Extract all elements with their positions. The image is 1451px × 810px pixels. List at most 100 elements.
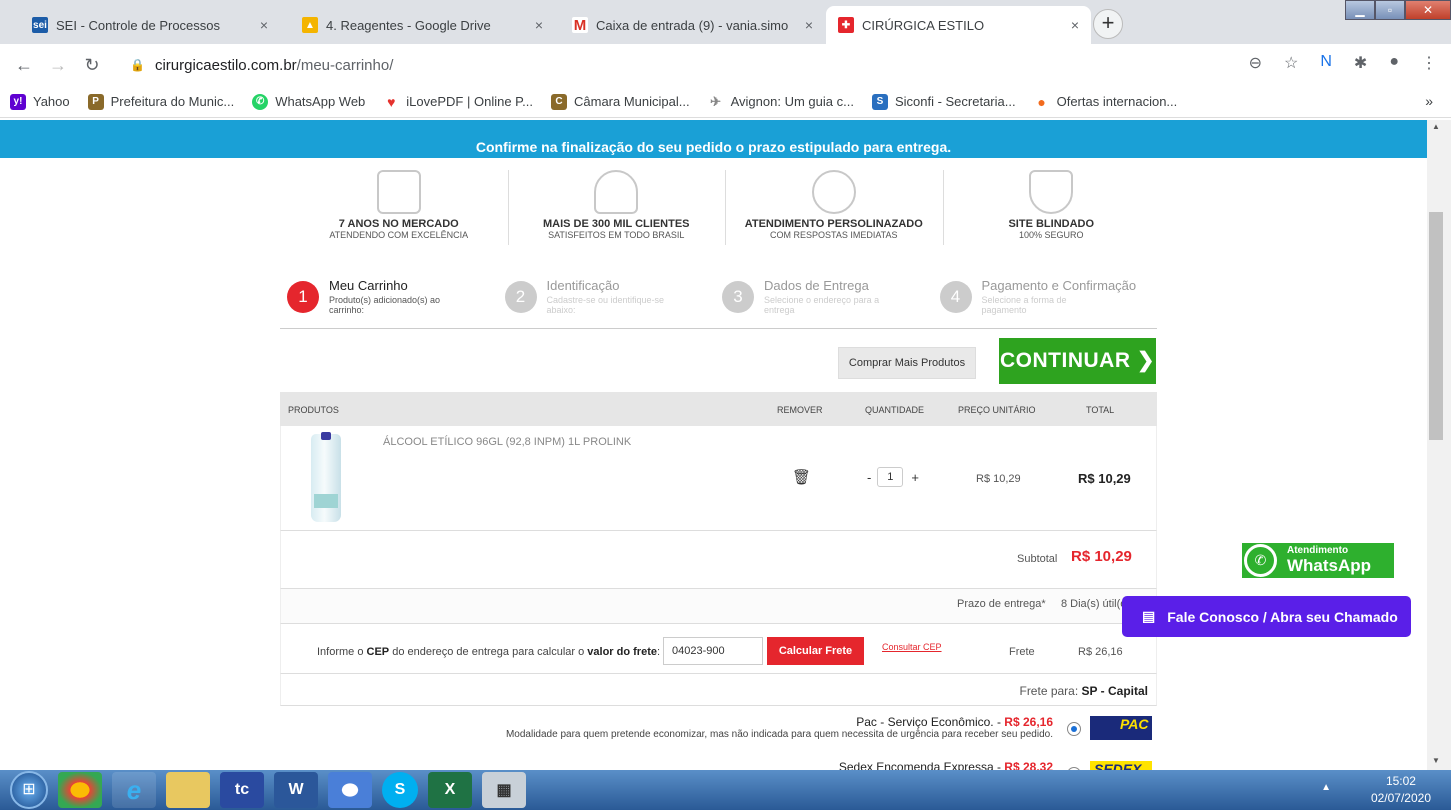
- start-button[interactable]: ⊞: [10, 771, 48, 809]
- bookmark-avignon[interactable]: ✈ Avignon: Um guia c...: [707, 93, 854, 110]
- quantity-minus-button[interactable]: -: [867, 470, 871, 485]
- chrome-taskbar-icon[interactable]: [58, 772, 102, 808]
- whatsapp-button[interactable]: ✆ Atendimento WhatsApp: [1242, 543, 1394, 578]
- bookmark-yahoo[interactable]: y! Yahoo: [10, 93, 70, 110]
- chrome2-taskbar-icon[interactable]: [328, 772, 372, 808]
- trash-icon[interactable]: 🗑: [792, 468, 811, 486]
- toolbar-actions: ⊖ ☆ N ✱ ● ⋮: [1249, 53, 1437, 73]
- skype-taskbar-icon[interactable]: S: [382, 772, 418, 808]
- tab-title: CIRÚRGICA ESTILO: [862, 17, 985, 33]
- consult-cep-link[interactable]: Consultar CEP: [882, 642, 942, 652]
- calculator-taskbar-icon[interactable]: ▦: [482, 772, 526, 808]
- feature-item: 7 ANOS NO MERCADO ATENDENDO COM EXCELÊNC…: [290, 165, 508, 250]
- cep-instruction: Informe o CEP do endereço de entrega par…: [317, 646, 660, 658]
- step-desc: Selecione o endereço para a entrega: [764, 295, 880, 315]
- word-taskbar-icon[interactable]: W: [274, 772, 318, 808]
- buy-more-button[interactable]: Comprar Mais Produtos: [838, 347, 976, 379]
- bookmark-prefeitura[interactable]: P Prefeitura do Munic...: [87, 93, 235, 110]
- crest-icon: C: [551, 93, 567, 110]
- close-tab-icon[interactable]: ×: [260, 17, 268, 33]
- shield-icon: [1029, 170, 1074, 214]
- cep-input[interactable]: 04023-900: [663, 637, 763, 665]
- forward-icon[interactable]: →: [48, 55, 68, 76]
- whatsapp-icon: ✆: [252, 93, 269, 110]
- product-name[interactable]: ÁLCOOL ETÍLICO 96GL (92,8 INPM) 1L PROLI…: [383, 436, 631, 448]
- menu-dots-icon[interactable]: ⋮: [1421, 53, 1437, 73]
- feature-subtitle: SATISFEITOS EM TODO BRASIL: [548, 230, 685, 240]
- drive-favicon-icon: ▲: [302, 17, 318, 33]
- minimize-button[interactable]: ▁: [1345, 0, 1375, 20]
- step-label: Meu Carrinho: [329, 278, 408, 293]
- back-icon[interactable]: ←: [14, 55, 34, 76]
- tab-google-drive[interactable]: ▲ 4. Reagentes - Google Drive ×: [290, 6, 555, 44]
- crest-icon: P: [87, 93, 104, 110]
- feature-item: SITE BLINDADO 100% SEGURO: [942, 165, 1161, 250]
- shipping-option-sedex[interactable]: Sedex Encomenda Expressa - R$ 28,32 SEDE…: [280, 753, 1157, 770]
- star-icon[interactable]: ☆: [1284, 53, 1298, 73]
- tab-sei[interactable]: sei SEI - Controle de Processos ×: [20, 6, 280, 44]
- taskbar: ⊞ e tc W S X ▦ ▲ 15:02 02/07/2020: [0, 770, 1451, 810]
- tray-expand-icon[interactable]: ▲: [1321, 782, 1331, 793]
- scrollbar-thumb[interactable]: [1429, 212, 1443, 440]
- ie-taskbar-icon[interactable]: e: [112, 772, 156, 808]
- bookmark-label: Ofertas internacion...: [1056, 94, 1178, 109]
- shipping-calc-row: Informe o CEP do endereço de entrega par…: [280, 624, 1157, 674]
- contact-button[interactable]: ▤ Fale Conosco / Abra seu Chamado: [1122, 596, 1411, 637]
- bookmark-camara[interactable]: C Câmara Municipal...: [551, 93, 690, 110]
- radio-pac[interactable]: [1067, 722, 1081, 736]
- quantity-input[interactable]: 1: [877, 467, 904, 487]
- yahoo-icon: y!: [10, 93, 26, 110]
- scrollbar[interactable]: ▲ ▼: [1427, 120, 1451, 770]
- bookmark-whatsapp[interactable]: ✆ WhatsApp Web: [252, 93, 365, 110]
- reload-icon[interactable]: ↻: [82, 55, 102, 76]
- continue-button[interactable]: CONTINUAR ❯: [999, 338, 1156, 384]
- folder-taskbar-icon[interactable]: [166, 772, 210, 808]
- cep-text-bold: CEP: [366, 646, 390, 658]
- product-image[interactable]: [311, 432, 341, 522]
- url-bar[interactable]: 🔒 cirurgicaestilo.com.br/meu-carrinho/: [130, 50, 1210, 80]
- close-tab-icon[interactable]: ×: [1071, 17, 1079, 33]
- tab-cirurgica-estilo[interactable]: ✚ CIRÚRGICA ESTILO ×: [826, 6, 1091, 44]
- extensions-puzzle-icon[interactable]: ✱: [1354, 53, 1367, 73]
- whatsapp-icon: ✆: [1244, 544, 1277, 577]
- info-banner: Confirme na finalização do seu pedido o …: [0, 120, 1427, 158]
- close-tab-icon[interactable]: ×: [805, 17, 813, 33]
- new-tab-button[interactable]: +: [1093, 9, 1123, 39]
- col-remove: REMOVER: [777, 405, 823, 415]
- feature-title: ATENDIMENTO PERSOLINAZADO: [744, 218, 923, 230]
- cep-text: :: [656, 646, 661, 658]
- close-tab-icon[interactable]: ×: [535, 17, 543, 33]
- shipping-option-pac[interactable]: Pac - Serviço Econômico. - R$ 26,16 Moda…: [280, 708, 1157, 753]
- scroll-down-icon[interactable]: ▼: [1432, 756, 1440, 765]
- bookmark-label: Siconfi - Secretaria...: [894, 94, 1016, 109]
- sei-favicon-icon: sei: [32, 17, 48, 33]
- quantity-stepper: - 1 +: [867, 467, 919, 487]
- calculate-shipping-button[interactable]: Calcular Frete: [767, 637, 864, 665]
- cep-text: Informe o: [317, 646, 367, 658]
- system-clock[interactable]: 15:02 02/07/2020: [1371, 773, 1431, 807]
- option-title: Pac - Serviço Econômico.: [856, 715, 994, 729]
- shipping-label: Frete: [1009, 646, 1035, 658]
- destination-value: SP - Capital: [1081, 684, 1148, 698]
- quantity-plus-button[interactable]: +: [911, 470, 919, 485]
- zoom-icon[interactable]: ⊖: [1249, 53, 1262, 73]
- bookmark-siconfi[interactable]: S Siconfi - Secretaria...: [871, 93, 1016, 110]
- option-name: Pac - Serviço Econômico. - R$ 26,16: [856, 715, 1053, 729]
- maximize-button[interactable]: ▫: [1375, 0, 1405, 20]
- cep-text: do endereço de entrega para calcular o: [389, 646, 588, 658]
- profile-avatar-icon[interactable]: ●: [1389, 53, 1399, 73]
- bookmarks-more-icon[interactable]: »: [1425, 93, 1433, 109]
- tab-gmail[interactable]: M Caixa de entrada (9) - vania.simo ×: [560, 6, 825, 44]
- bookmark-label: Prefeitura do Munic...: [110, 94, 235, 109]
- feature-title: 7 ANOS NO MERCADO: [338, 218, 459, 230]
- extension-n-icon[interactable]: N: [1320, 53, 1332, 73]
- bookmark-ilovepdf[interactable]: ♥ iLovePDF | Online P...: [383, 93, 533, 110]
- col-unit-price: PREÇO UNITÁRIO: [958, 405, 1036, 415]
- scroll-up-icon[interactable]: ▲: [1432, 122, 1440, 131]
- window-close-button[interactable]: ✕: [1405, 0, 1451, 20]
- siconfi-icon: S: [871, 93, 888, 110]
- bookmark-ofertas[interactable]: ● Ofertas internacion...: [1033, 93, 1178, 110]
- feature-subtitle: ATENDENDO COM EXCELÊNCIA: [329, 230, 469, 240]
- tc-taskbar-icon[interactable]: tc: [220, 772, 264, 808]
- excel-taskbar-icon[interactable]: X: [428, 772, 472, 808]
